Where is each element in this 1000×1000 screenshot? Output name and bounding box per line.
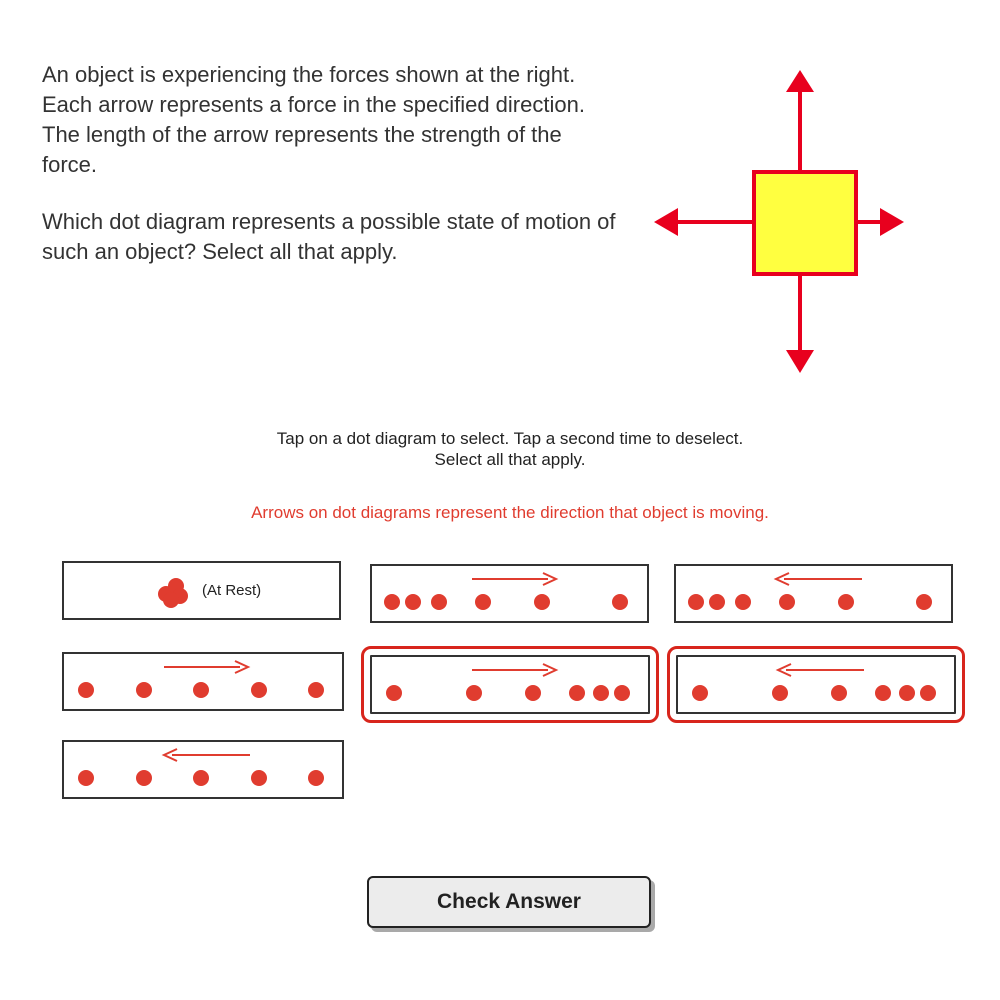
dot xyxy=(534,594,550,610)
dot xyxy=(78,770,94,786)
check-answer-button[interactable]: Check Answer xyxy=(367,876,651,928)
dot-diagram-svg xyxy=(384,572,628,610)
dot xyxy=(431,594,447,610)
dot xyxy=(384,594,400,610)
dot xyxy=(251,682,267,698)
dot xyxy=(475,594,491,610)
instruction-line-2: Select all that apply. xyxy=(434,450,586,469)
dot xyxy=(136,770,152,786)
dot-diagram-left-speeding-up[interactable] xyxy=(667,646,965,723)
force-arrow-up xyxy=(786,70,814,172)
dot xyxy=(593,685,609,701)
dot xyxy=(916,594,932,610)
dot-diagram-svg xyxy=(78,748,324,786)
dot-diagram-right-slowing-down[interactable] xyxy=(361,646,659,723)
dot xyxy=(251,770,267,786)
dot-diagram-left-slowing-down[interactable] xyxy=(674,564,953,623)
question-paragraph-2: Which dot diagram represents a possible … xyxy=(42,209,616,264)
force-diagram-svg xyxy=(654,70,904,373)
at-rest-label: (At Rest) xyxy=(202,582,262,599)
dot-diagram-svg xyxy=(386,663,630,701)
dot xyxy=(735,594,751,610)
dot xyxy=(838,594,854,610)
dot xyxy=(78,682,94,698)
dot xyxy=(614,685,630,701)
dot-diagram-svg xyxy=(688,572,932,610)
dot xyxy=(525,685,541,701)
dot xyxy=(193,682,209,698)
dot xyxy=(308,770,324,786)
instruction-line-1: Tap on a dot diagram to select. Tap a se… xyxy=(276,429,744,448)
dot xyxy=(612,594,628,610)
dot xyxy=(405,594,421,610)
dot xyxy=(308,682,324,698)
dot xyxy=(899,685,915,701)
object-box xyxy=(752,170,858,276)
dot xyxy=(772,685,788,701)
force-arrow-right xyxy=(856,208,904,236)
force-diagram xyxy=(640,60,920,380)
dot xyxy=(692,685,708,701)
dot xyxy=(569,685,585,701)
dot-diagram-at-rest[interactable]: (At Rest) xyxy=(62,561,341,620)
dot xyxy=(136,682,152,698)
question-paragraph-1: An object is experiencing the forces sho… xyxy=(42,62,585,177)
instructions: Tap on a dot diagram to select. Tap a se… xyxy=(0,428,1000,470)
dot xyxy=(920,685,936,701)
dot xyxy=(386,685,402,701)
dot xyxy=(875,685,891,701)
dot-diagram-left-constant[interactable] xyxy=(62,740,344,799)
arrow-note: Arrows on dot diagrams represent the dir… xyxy=(251,503,769,522)
dot-diagram-svg xyxy=(692,663,936,701)
dot xyxy=(709,594,725,610)
force-arrow-left xyxy=(654,208,754,236)
dot xyxy=(466,685,482,701)
dot-diagram-right-constant[interactable] xyxy=(62,652,344,711)
dot xyxy=(193,770,209,786)
stacked-dot xyxy=(163,592,179,608)
dot-diagram-svg xyxy=(78,660,324,698)
dot xyxy=(688,594,704,610)
question-text: An object is experiencing the forces sho… xyxy=(42,60,622,294)
dot xyxy=(779,594,795,610)
force-arrow-down xyxy=(786,274,814,373)
dot-diagram-right-speeding-up[interactable] xyxy=(370,564,649,623)
dot xyxy=(831,685,847,701)
